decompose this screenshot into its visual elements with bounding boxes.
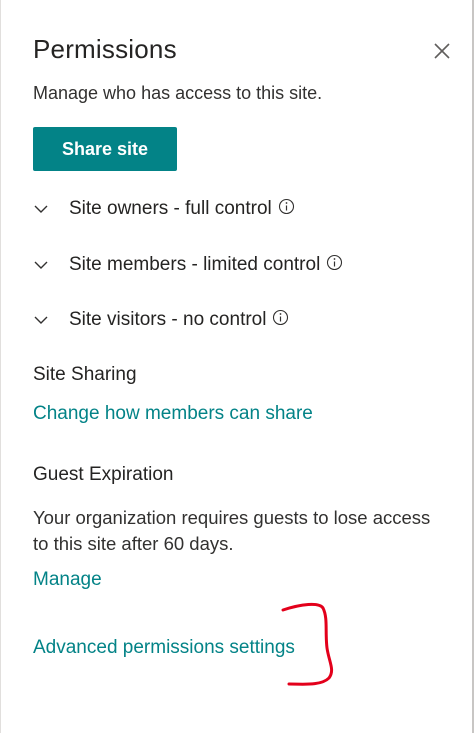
change-sharing-link[interactable]: Change how members can share: [33, 403, 313, 425]
panel-title: Permissions: [33, 34, 177, 64]
guest-expiration-heading: Guest Expiration: [33, 464, 174, 485]
chevron-down-icon: [34, 316, 48, 324]
group-site-visitors[interactable]: Site visitors - no control: [33, 305, 289, 335]
advanced-permissions-link[interactable]: Advanced permissions settings: [33, 637, 295, 659]
close-icon[interactable]: [429, 38, 455, 64]
chevron-down-icon: [34, 205, 48, 213]
info-icon[interactable]: [278, 198, 295, 215]
share-site-button[interactable]: Share site: [33, 127, 177, 171]
info-icon[interactable]: [326, 254, 343, 271]
group-label: Site members - limited control: [69, 254, 321, 275]
panel-subtitle: Manage who has access to this site.: [33, 83, 323, 103]
group-site-members[interactable]: Site members - limited control: [33, 250, 343, 280]
group-label: Site visitors - no control: [69, 309, 267, 330]
group-label: Site owners - full control: [69, 198, 272, 219]
manage-link[interactable]: Manage: [33, 569, 102, 591]
guest-expiration-text: Your organization requires guests to los…: [33, 507, 431, 554]
group-site-owners[interactable]: Site owners - full control: [33, 194, 295, 224]
red-bracket-annotation: [281, 602, 334, 686]
permissions-panel: Permissions Manage who has access to thi…: [0, 0, 474, 733]
chevron-down-icon: [34, 261, 48, 269]
site-sharing-heading: Site Sharing: [33, 364, 137, 385]
info-icon[interactable]: [272, 309, 289, 326]
